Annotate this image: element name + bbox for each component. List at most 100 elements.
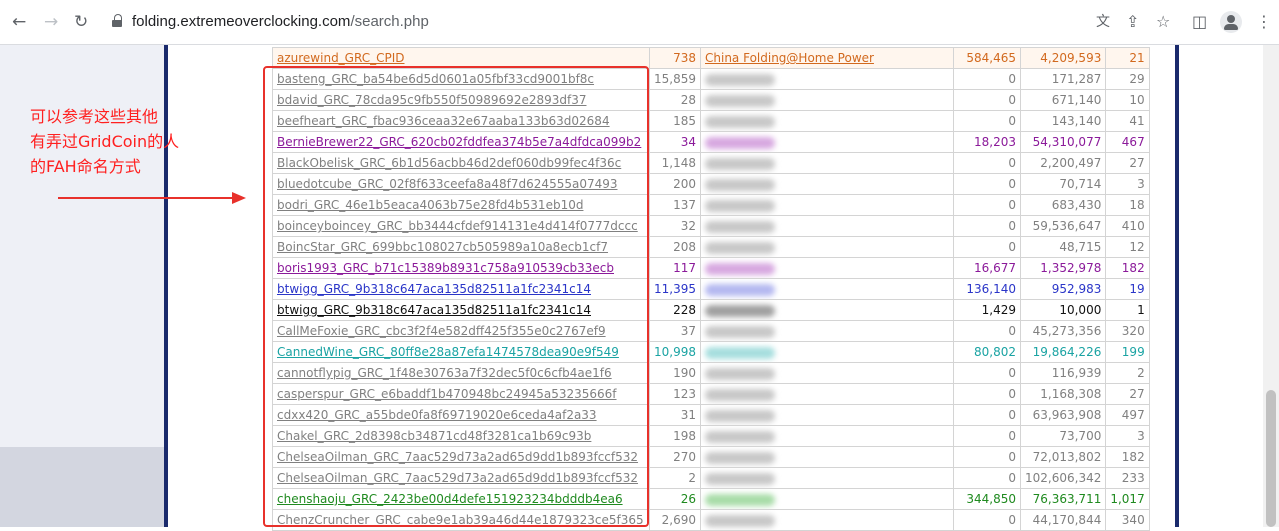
points-7day-cell: 0 — [1008, 198, 1016, 212]
points-7day-cell: 0 — [953, 215, 1021, 237]
points-7day-cell: 0 — [953, 446, 1021, 468]
points-24h-cell: 270 — [673, 450, 696, 464]
team-cell — [700, 257, 954, 279]
annotation-line: 可以参考这些其他 — [30, 107, 159, 126]
points-7day-cell: 0 — [953, 194, 1021, 216]
annotation-note: 可以参考这些其他 有弄过GridCoin的人 的FAH命名方式 — [30, 104, 220, 179]
points-7day-cell: 0 — [1008, 450, 1016, 464]
total-points-cell: 143,140 — [1051, 114, 1102, 128]
work-units-cell: 1,017 — [1105, 488, 1150, 510]
total-points-cell: 10,000 — [1019, 299, 1107, 321]
points-24h-cell: 28 — [680, 93, 696, 107]
points-24h-cell: 228 — [649, 299, 701, 321]
points-7day-cell: 0 — [1008, 513, 1016, 527]
work-units-cell: 182 — [1105, 257, 1150, 279]
points-24h-cell: 37 — [649, 320, 701, 342]
points-7day-cell: 0 — [953, 383, 1021, 405]
annotation-arrowhead — [232, 192, 246, 204]
team-name-redacted — [705, 115, 775, 128]
work-units-cell: 467 — [1105, 131, 1150, 153]
total-points-cell: 73,700 — [1019, 425, 1107, 447]
user-name-link[interactable]: azurewind_GRC_CPID — [277, 51, 405, 65]
profile-icon[interactable] — [1220, 11, 1242, 33]
points-7day-cell: 0 — [1008, 72, 1016, 86]
star-icon[interactable]: ☆ — [1156, 10, 1170, 34]
forward-arrow-icon[interactable]: → — [44, 10, 58, 34]
work-units-cell: 19 — [1105, 278, 1150, 300]
points-7day-cell: 1,429 — [953, 299, 1021, 321]
points-24h-cell: 1,148 — [649, 152, 701, 174]
points-7day-cell: 0 — [1008, 387, 1016, 401]
points-7day-cell: 0 — [953, 425, 1021, 447]
work-units-cell: 21 — [1105, 47, 1150, 69]
work-units-cell: 29 — [1105, 68, 1150, 90]
total-points-cell: 4,209,593 — [1019, 47, 1107, 69]
work-units-cell: 27 — [1129, 387, 1145, 401]
total-points-cell: 70,714 — [1059, 177, 1102, 191]
total-points-cell: 70,714 — [1019, 173, 1107, 195]
points-24h-cell: 123 — [673, 387, 696, 401]
content-right-border — [1175, 45, 1179, 527]
team-name-redacted — [705, 430, 775, 443]
team-cell — [700, 173, 954, 195]
team-cell — [700, 278, 954, 300]
work-units-cell: 3 — [1137, 429, 1145, 443]
work-units-cell: 1 — [1137, 303, 1145, 317]
points-24h-cell: 15,859 — [654, 72, 696, 86]
points-7day-cell: 0 — [953, 509, 1021, 531]
work-units-cell: 18 — [1129, 198, 1145, 212]
team-cell — [700, 404, 954, 426]
team-name-redacted — [705, 73, 775, 86]
points-7day-cell: 80,802 — [974, 345, 1016, 359]
points-7day-cell: 1,429 — [981, 303, 1016, 317]
team-name-redacted — [705, 199, 775, 212]
team-cell — [700, 341, 954, 363]
points-24h-cell: 34 — [649, 131, 701, 153]
team-name-redacted — [705, 220, 775, 233]
total-points-cell: 48,715 — [1019, 236, 1107, 258]
points-24h-cell: 10,998 — [654, 345, 696, 359]
url-path: /search.php — [350, 13, 429, 30]
work-units-cell: 2 — [1137, 366, 1145, 380]
work-units-cell: 19 — [1129, 282, 1145, 296]
team-name-redacted — [705, 304, 775, 317]
scrollbar-thumb[interactable] — [1266, 390, 1276, 527]
side-panel-icon[interactable]: ◫ — [1192, 10, 1207, 34]
work-units-cell: 10 — [1105, 89, 1150, 111]
points-24h-cell: 15,859 — [649, 68, 701, 90]
points-7day-cell: 0 — [1008, 324, 1016, 338]
work-units-cell: 182 — [1121, 450, 1145, 464]
work-units-cell: 410 — [1105, 215, 1150, 237]
browser-toolbar: ← → ↻ folding.extremeoverclocking.com/se… — [0, 0, 1279, 45]
points-24h-cell: 208 — [649, 236, 701, 258]
work-units-cell: 18 — [1105, 194, 1150, 216]
annotation-arrow — [58, 197, 236, 199]
work-units-cell: 340 — [1105, 509, 1150, 531]
total-points-cell: 19,864,226 — [1032, 345, 1102, 359]
points-7day-cell: 136,140 — [966, 282, 1016, 296]
total-points-cell: 683,430 — [1051, 198, 1102, 212]
work-units-cell: 182 — [1105, 446, 1150, 468]
url-text[interactable]: folding.extremeoverclocking.com/search.p… — [132, 13, 429, 30]
team-name-redacted — [705, 262, 775, 275]
reload-icon[interactable]: ↻ — [74, 10, 88, 34]
points-7day-cell: 0 — [1008, 177, 1016, 191]
total-points-cell: 44,170,844 — [1032, 513, 1102, 527]
total-points-cell: 59,536,647 — [1032, 219, 1102, 233]
translate-icon[interactable]: 文 — [1096, 10, 1110, 34]
address-bar[interactable]: folding.extremeoverclocking.com/search.p… — [100, 7, 1100, 37]
total-points-cell: 683,430 — [1019, 194, 1107, 216]
points-7day-cell: 0 — [1008, 93, 1016, 107]
back-arrow-icon[interactable]: ← — [12, 10, 26, 34]
lock-icon[interactable] — [112, 14, 122, 27]
team-cell — [700, 299, 954, 321]
team-name-redacted — [705, 241, 775, 254]
team-name-link[interactable]: China Folding@Home Power — [705, 51, 874, 65]
total-points-cell: 63,963,908 — [1019, 404, 1107, 426]
share-icon[interactable]: ⇪ — [1126, 10, 1139, 34]
team-name-redacted — [705, 367, 775, 380]
points-24h-cell: 11,395 — [649, 278, 701, 300]
team-name-redacted — [705, 178, 775, 191]
menu-icon[interactable]: ⋮ — [1256, 10, 1272, 34]
points-24h-cell: 1,148 — [661, 156, 696, 170]
